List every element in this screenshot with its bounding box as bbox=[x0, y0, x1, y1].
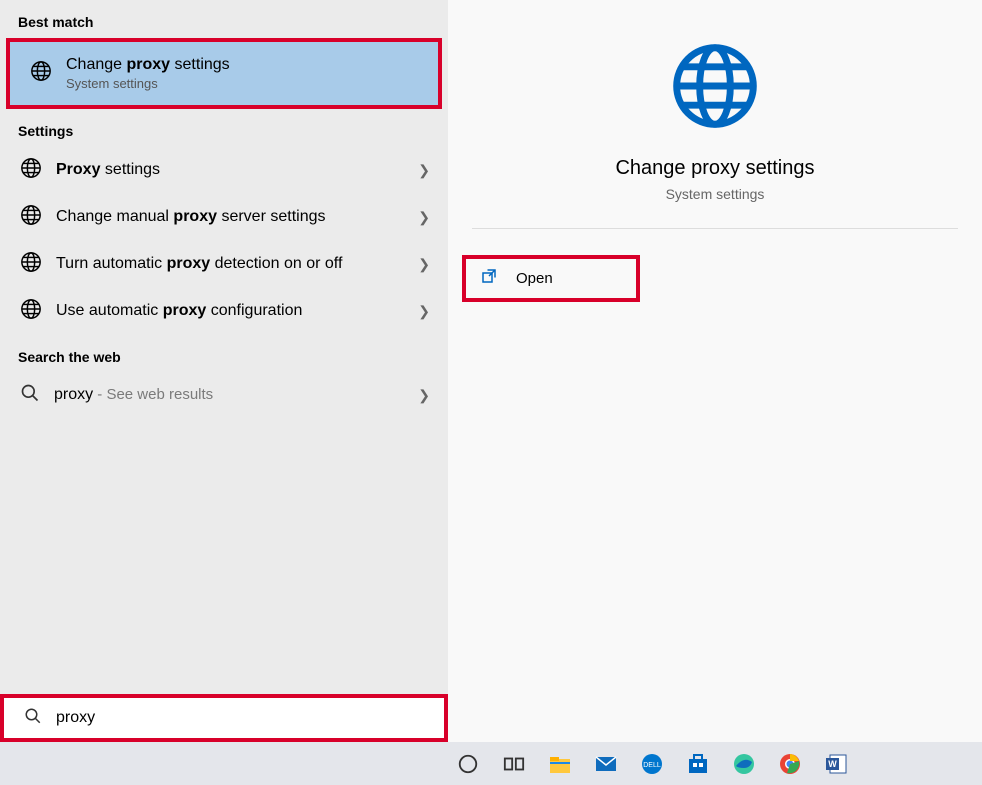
chevron-right-icon: ❯ bbox=[418, 162, 430, 179]
chevron-right-icon: ❯ bbox=[418, 256, 430, 273]
open-label: Open bbox=[516, 270, 553, 287]
search-icon bbox=[24, 707, 42, 730]
task-view-icon[interactable] bbox=[494, 744, 534, 784]
settings-item-label: Use automatic proxy configuration bbox=[56, 300, 404, 322]
chrome-icon[interactable] bbox=[770, 744, 810, 784]
settings-item-label: Proxy settings bbox=[56, 159, 404, 181]
best-match-subtitle: System settings bbox=[66, 76, 230, 91]
settings-item-auto-config[interactable]: Use automatic proxy configuration ❯ bbox=[0, 288, 448, 335]
edge-icon[interactable] bbox=[724, 744, 764, 784]
settings-item-auto-detection[interactable]: Turn automatic proxy detection on or off… bbox=[0, 241, 448, 288]
search-icon bbox=[20, 383, 40, 408]
file-explorer-icon[interactable] bbox=[540, 744, 580, 784]
open-button[interactable]: Open bbox=[462, 255, 640, 302]
store-icon[interactable] bbox=[678, 744, 718, 784]
search-bar[interactable] bbox=[0, 694, 448, 742]
svg-text:W: W bbox=[828, 759, 837, 769]
details-header: Change proxy settings System settings bbox=[448, 0, 982, 202]
chevron-right-icon: ❯ bbox=[418, 209, 430, 226]
mail-icon[interactable] bbox=[586, 744, 626, 784]
chevron-right-icon: ❯ bbox=[418, 387, 430, 404]
settings-item-label: Change manual proxy server settings bbox=[56, 206, 404, 228]
globe-icon bbox=[20, 251, 42, 278]
divider bbox=[472, 228, 958, 229]
search-input[interactable] bbox=[56, 709, 424, 727]
chevron-right-icon: ❯ bbox=[418, 303, 430, 320]
search-results-pane: Best match Change proxy settings System … bbox=[0, 0, 448, 742]
search-web-header: Search the web bbox=[0, 335, 448, 373]
taskbar: DELL W bbox=[0, 742, 982, 785]
globe-icon bbox=[30, 60, 52, 87]
globe-icon bbox=[20, 204, 42, 231]
best-match-title: Change proxy settings bbox=[66, 56, 230, 74]
web-result-item[interactable]: proxy - See web results ❯ bbox=[0, 373, 448, 418]
best-match-text: Change proxy settings System settings bbox=[66, 56, 230, 91]
best-match-result[interactable]: Change proxy settings System settings bbox=[6, 38, 442, 109]
best-match-header: Best match bbox=[0, 0, 448, 38]
globe-icon bbox=[20, 298, 42, 325]
details-subtitle: System settings bbox=[666, 186, 765, 202]
word-icon[interactable]: W bbox=[816, 744, 856, 784]
settings-item-manual-proxy[interactable]: Change manual proxy server settings ❯ bbox=[0, 194, 448, 241]
cortana-icon[interactable] bbox=[448, 744, 488, 784]
settings-item-proxy-settings[interactable]: Proxy settings ❯ bbox=[0, 147, 448, 194]
globe-icon bbox=[20, 157, 42, 184]
settings-header: Settings bbox=[0, 109, 448, 147]
svg-text:DELL: DELL bbox=[643, 762, 661, 769]
result-details-pane: Change proxy settings System settings Op… bbox=[448, 0, 982, 742]
web-result-label: proxy - See web results bbox=[54, 384, 404, 406]
settings-item-label: Turn automatic proxy detection on or off bbox=[56, 253, 404, 275]
globe-icon bbox=[669, 40, 761, 137]
dell-icon[interactable]: DELL bbox=[632, 744, 672, 784]
details-title: Change proxy settings bbox=[615, 157, 814, 180]
open-external-icon bbox=[480, 267, 498, 290]
